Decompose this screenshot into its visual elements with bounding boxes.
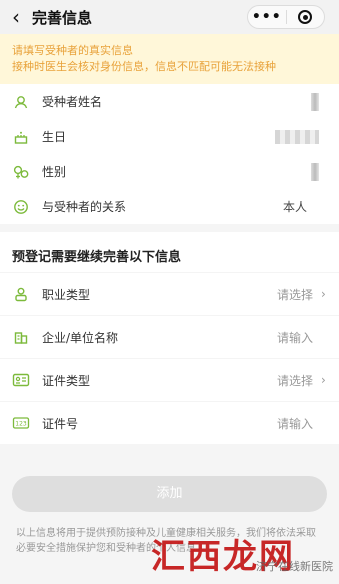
row-relation[interactable]: 与受种者的关系 本人 — [0, 189, 339, 224]
watermark-text: 济宁在线新医院 — [256, 560, 333, 573]
person-badge-icon — [12, 93, 30, 111]
back-icon[interactable]: ‹ — [0, 0, 32, 34]
smile-icon — [12, 198, 30, 216]
miniapp-capsule: ••• — [247, 5, 325, 29]
number-icon: 123 — [12, 414, 30, 432]
row-id-number[interactable]: 123 证件号 请输入 — [0, 401, 339, 444]
occupation-select[interactable]: 请选择 — [277, 286, 313, 303]
svg-text:123: 123 — [15, 421, 27, 428]
section-title: 预登记需要继续完善以下信息 — [0, 232, 339, 272]
building-icon — [12, 328, 30, 346]
notice-line-2: 接种时医生会核对身份信息，信息不匹配可能无法接种 — [12, 60, 276, 73]
row-name[interactable]: 受种者姓名 — [0, 84, 339, 119]
row-gender[interactable]: 性别 — [0, 154, 339, 189]
occupation-label: 职业类型 — [42, 287, 91, 302]
notice-line-1: 请填写受种者的真实信息 — [12, 44, 133, 57]
row-occupation[interactable]: 职业类型 请选择 › — [0, 272, 339, 315]
row-birthday[interactable]: 生日 — [0, 119, 339, 154]
employer-label: 企业/单位名称 — [42, 330, 119, 345]
chevron-right-icon: › — [321, 373, 326, 387]
row-employer[interactable]: 企业/单位名称 请输入 — [0, 315, 339, 358]
name-value-redacted — [311, 92, 319, 111]
close-circle-icon — [298, 10, 313, 24]
more-menu-button[interactable]: ••• — [248, 9, 286, 25]
employer-input[interactable]: 请输入 — [277, 329, 313, 346]
top-bar: ‹ 完善信息 ••• — [0, 0, 339, 34]
page-title: 完善信息 — [32, 8, 93, 27]
gender-label: 性别 — [42, 165, 67, 179]
relation-label: 与受种者的关系 — [42, 200, 127, 214]
chevron-right-icon: › — [321, 287, 326, 301]
basic-info-card: 受种者姓名 生日 性别 与受种者的关系 本人 — [0, 84, 339, 224]
gender-icon — [12, 163, 30, 181]
close-miniapp-button[interactable] — [287, 10, 325, 24]
row-id-type[interactable]: 证件类型 请选择 › — [0, 358, 339, 401]
extra-info-list: 职业类型 请选择 › 企业/单位名称 请输入 证件类型 请选择 › 123 证件… — [0, 272, 339, 444]
gender-value-redacted — [311, 162, 319, 181]
id-card-icon — [12, 371, 30, 389]
button-area: 添加 — [0, 444, 339, 512]
id-number-label: 证件号 — [42, 416, 79, 431]
person-icon — [12, 285, 30, 303]
relation-value: 本人 — [282, 200, 307, 214]
id-number-input[interactable]: 请输入 — [277, 415, 313, 432]
cake-icon — [12, 128, 30, 146]
name-label: 受种者姓名 — [42, 95, 103, 109]
add-button[interactable]: 添加 — [12, 476, 327, 512]
birthday-value-redacted — [275, 129, 319, 144]
birthday-label: 生日 — [42, 130, 67, 144]
id-type-select[interactable]: 请选择 — [277, 372, 313, 389]
notice-banner: 请填写受种者的真实信息 接种时医生会核对身份信息，信息不匹配可能无法接种 — [0, 34, 339, 84]
id-type-label: 证件类型 — [42, 373, 91, 388]
